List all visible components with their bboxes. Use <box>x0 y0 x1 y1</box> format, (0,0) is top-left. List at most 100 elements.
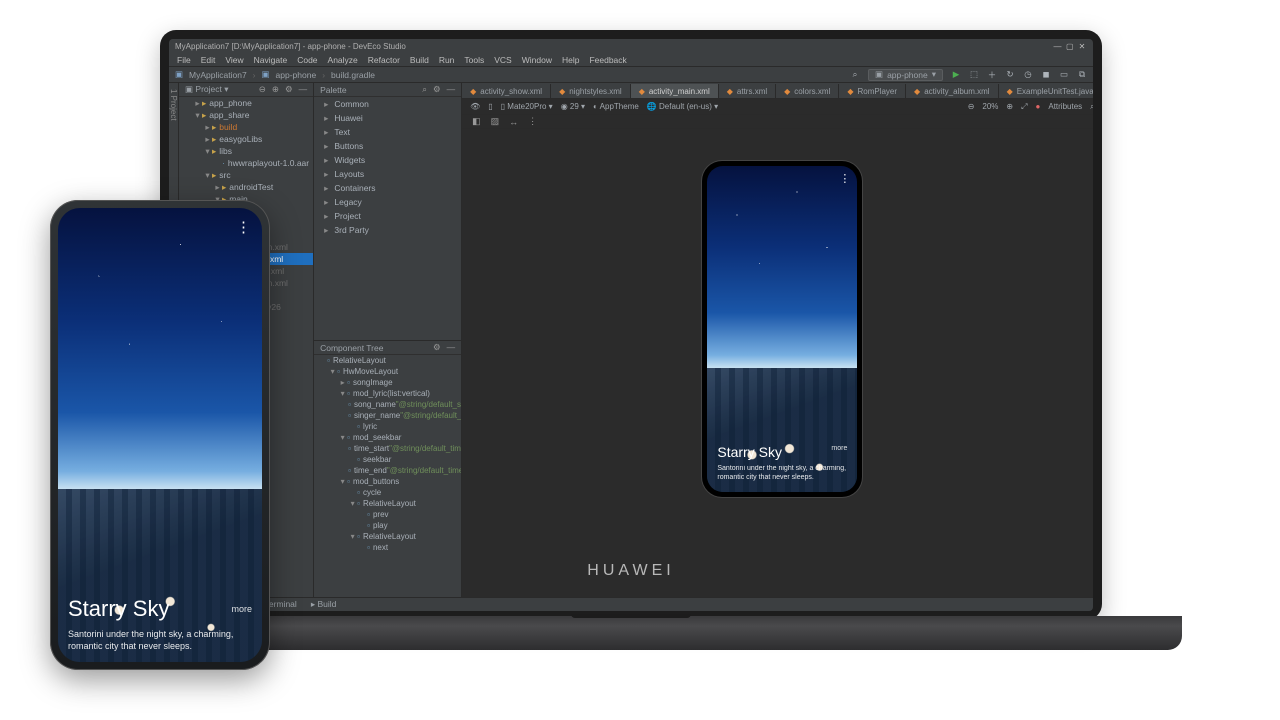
component-node[interactable]: ▾▫RelativeLayout <box>314 531 461 542</box>
menu-view[interactable]: View <box>225 55 243 65</box>
device-dropdown[interactable]: ▯ Mate20Pro ▾ <box>501 102 553 111</box>
search-icon[interactable]: ⌕ <box>1090 102 1093 112</box>
editor-tab[interactable]: ◆nightstyles.xml <box>551 84 631 98</box>
minimize-icon[interactable]: — <box>1053 42 1063 51</box>
debug-icon[interactable]: ⬚ <box>969 70 979 80</box>
bottom-tab[interactable]: ▸ Build <box>311 599 337 610</box>
zoom-in-icon[interactable]: ⊕ <box>1006 102 1013 111</box>
design-canvas[interactable]: ⋮ more Starry Sky Santorini under the ni… <box>462 129 1093 597</box>
menu-feedback[interactable]: Feedback <box>589 55 626 65</box>
component-node[interactable]: ▾▫RelativeLayout <box>314 498 461 509</box>
tree-item[interactable]: ▸▸build <box>179 121 313 133</box>
component-node[interactable]: ▫time_start "@string/default_time" <box>314 443 461 454</box>
view-mode-icon[interactable]: ◧ <box>472 116 481 127</box>
component-node[interactable]: ▫lyric <box>314 421 461 432</box>
component-node[interactable]: ▫cycle <box>314 487 461 498</box>
palette-group[interactable]: ▸Huawei <box>314 111 461 125</box>
editor-tab[interactable]: ◆activity_main.xml <box>631 84 719 98</box>
crumb-file[interactable]: build.gradle <box>331 70 375 80</box>
locale-dropdown[interactable]: 🌐 Default (en-us) ▾ <box>647 102 718 111</box>
component-node[interactable]: ▫seekbar <box>314 454 461 465</box>
more-link[interactable]: more <box>231 604 252 614</box>
search-icon[interactable]: ⌕ <box>850 70 860 80</box>
menu-vcs[interactable]: VCS <box>494 55 511 65</box>
tree-item[interactable]: ▾▸src <box>179 169 313 181</box>
overflow-icon[interactable]: ⋮ <box>236 218 250 236</box>
menu-build[interactable]: Build <box>410 55 429 65</box>
hide-icon[interactable]: — <box>299 84 308 95</box>
menu-navigate[interactable]: Navigate <box>254 55 288 65</box>
palette-group[interactable]: ▸Project <box>314 209 461 223</box>
editor-tab[interactable]: ◆activity_show.xml <box>462 84 551 98</box>
tree-item[interactable]: ▸▸easygoLibs <box>179 133 313 145</box>
stop-icon[interactable]: ◼ <box>1041 70 1051 80</box>
component-node[interactable]: ▫singer_name "@string/default_…" <box>314 410 461 421</box>
palette-group[interactable]: ▸3rd Party <box>314 223 461 237</box>
gear-icon[interactable]: ⚙ <box>285 84 293 95</box>
tree-item[interactable]: ▾▸libs <box>179 145 313 157</box>
run-config-dropdown[interactable]: ▣ app-phone ▾ <box>868 69 943 81</box>
error-badge-icon[interactable]: ● <box>1036 102 1041 111</box>
collapse-icon[interactable]: ⊖ <box>259 84 266 95</box>
editor-tab[interactable]: ◆colors.xml <box>776 84 839 98</box>
crumb-module[interactable]: app-phone <box>276 70 317 80</box>
gear-icon[interactable]: ⚙ <box>433 84 441 95</box>
expand-icon[interactable]: ⊕ <box>272 84 279 95</box>
menu-file[interactable]: File <box>177 55 191 65</box>
component-node[interactable]: ▾▫mod_seekbar <box>314 432 461 443</box>
tree-item[interactable]: ▸▸androidTest <box>179 181 313 193</box>
component-node[interactable]: ▫next <box>314 542 461 553</box>
hide-icon[interactable]: — <box>447 84 456 95</box>
close-icon[interactable]: ✕ <box>1077 42 1087 51</box>
palette-group[interactable]: ▸Text <box>314 125 461 139</box>
sync-icon[interactable]: ↻ <box>1005 70 1015 80</box>
maximize-icon[interactable]: ▢ <box>1065 42 1075 51</box>
component-node[interactable]: ▫time_end "@string/default_time" <box>314 465 461 476</box>
tree-item[interactable]: ▸▸app_phone <box>179 97 313 109</box>
zoom-out-icon[interactable]: ⊖ <box>968 102 975 111</box>
menu-code[interactable]: Code <box>297 55 317 65</box>
palette-group[interactable]: ▸Containers <box>314 181 461 195</box>
palette-group[interactable]: ▸Legacy <box>314 195 461 209</box>
component-node[interactable]: ▫prev <box>314 509 461 520</box>
more-link[interactable]: more <box>831 445 847 452</box>
component-tree[interactable]: ▫RelativeLayout▾▫HwMoveLayout▸▫songImage… <box>314 355 461 597</box>
menu-help[interactable]: Help <box>562 55 579 65</box>
avd-icon[interactable]: ▭ <box>1059 70 1069 80</box>
component-node[interactable]: ▫RelativeLayout <box>314 355 461 366</box>
component-node[interactable]: ▾▫HwMoveLayout <box>314 366 461 377</box>
profile-icon[interactable]: ◷ <box>1023 70 1033 80</box>
sdk-icon[interactable]: ⧉ <box>1077 70 1087 80</box>
crumb-project[interactable]: MyApplication7 <box>189 70 247 80</box>
orientation-icon[interactable]: ▯ <box>488 102 492 111</box>
editor-tab[interactable]: ◆attrs.xml <box>719 84 776 98</box>
editor-tab[interactable]: ◆ExampleUnitTest.java <box>999 84 1093 98</box>
theme-dropdown[interactable]: ◐ AppTheme <box>593 102 639 111</box>
palette-group[interactable]: ▸Layouts <box>314 167 461 181</box>
hide-icon[interactable]: — <box>447 342 456 353</box>
zoom-fit-icon[interactable]: ⤢ <box>1021 102 1027 112</box>
tree-item[interactable]: ▾▸app_share <box>179 109 313 121</box>
run-icon[interactable]: ▶ <box>951 70 961 80</box>
menu-edit[interactable]: Edit <box>201 55 216 65</box>
component-node[interactable]: ▾▫mod_lyric(list:vertical) <box>314 388 461 399</box>
magnet-icon[interactable]: ↔ <box>509 117 518 127</box>
attributes-label[interactable]: Attributes <box>1048 102 1082 111</box>
eye-icon[interactable]: 👁 <box>470 102 480 111</box>
component-node[interactable]: ▸▫songImage <box>314 377 461 388</box>
editor-tab[interactable]: ◆activity_album.xml <box>906 84 999 98</box>
attach-icon[interactable]: ＋ <box>987 70 997 80</box>
menu-run[interactable]: Run <box>439 55 455 65</box>
menu-tools[interactable]: Tools <box>464 55 484 65</box>
palette-group[interactable]: ▸Widgets <box>314 153 461 167</box>
palette-list[interactable]: ▸Common▸Huawei▸Text▸Buttons▸Widgets▸Layo… <box>314 97 461 340</box>
palette-group[interactable]: ▸Common <box>314 97 461 111</box>
palette-group[interactable]: ▸Buttons <box>314 139 461 153</box>
search-icon[interactable]: ⌕ <box>422 84 427 95</box>
api-dropdown[interactable]: ◉ 29 ▾ <box>561 102 585 111</box>
more-icon[interactable]: ⋮ <box>528 116 537 127</box>
editor-tab[interactable]: ◆RomPlayer <box>839 84 906 98</box>
component-node[interactable]: ▫song_name "@string/default_s…" <box>314 399 461 410</box>
menu-analyze[interactable]: Analyze <box>328 55 358 65</box>
overflow-icon[interactable]: ⋮ <box>839 172 849 185</box>
